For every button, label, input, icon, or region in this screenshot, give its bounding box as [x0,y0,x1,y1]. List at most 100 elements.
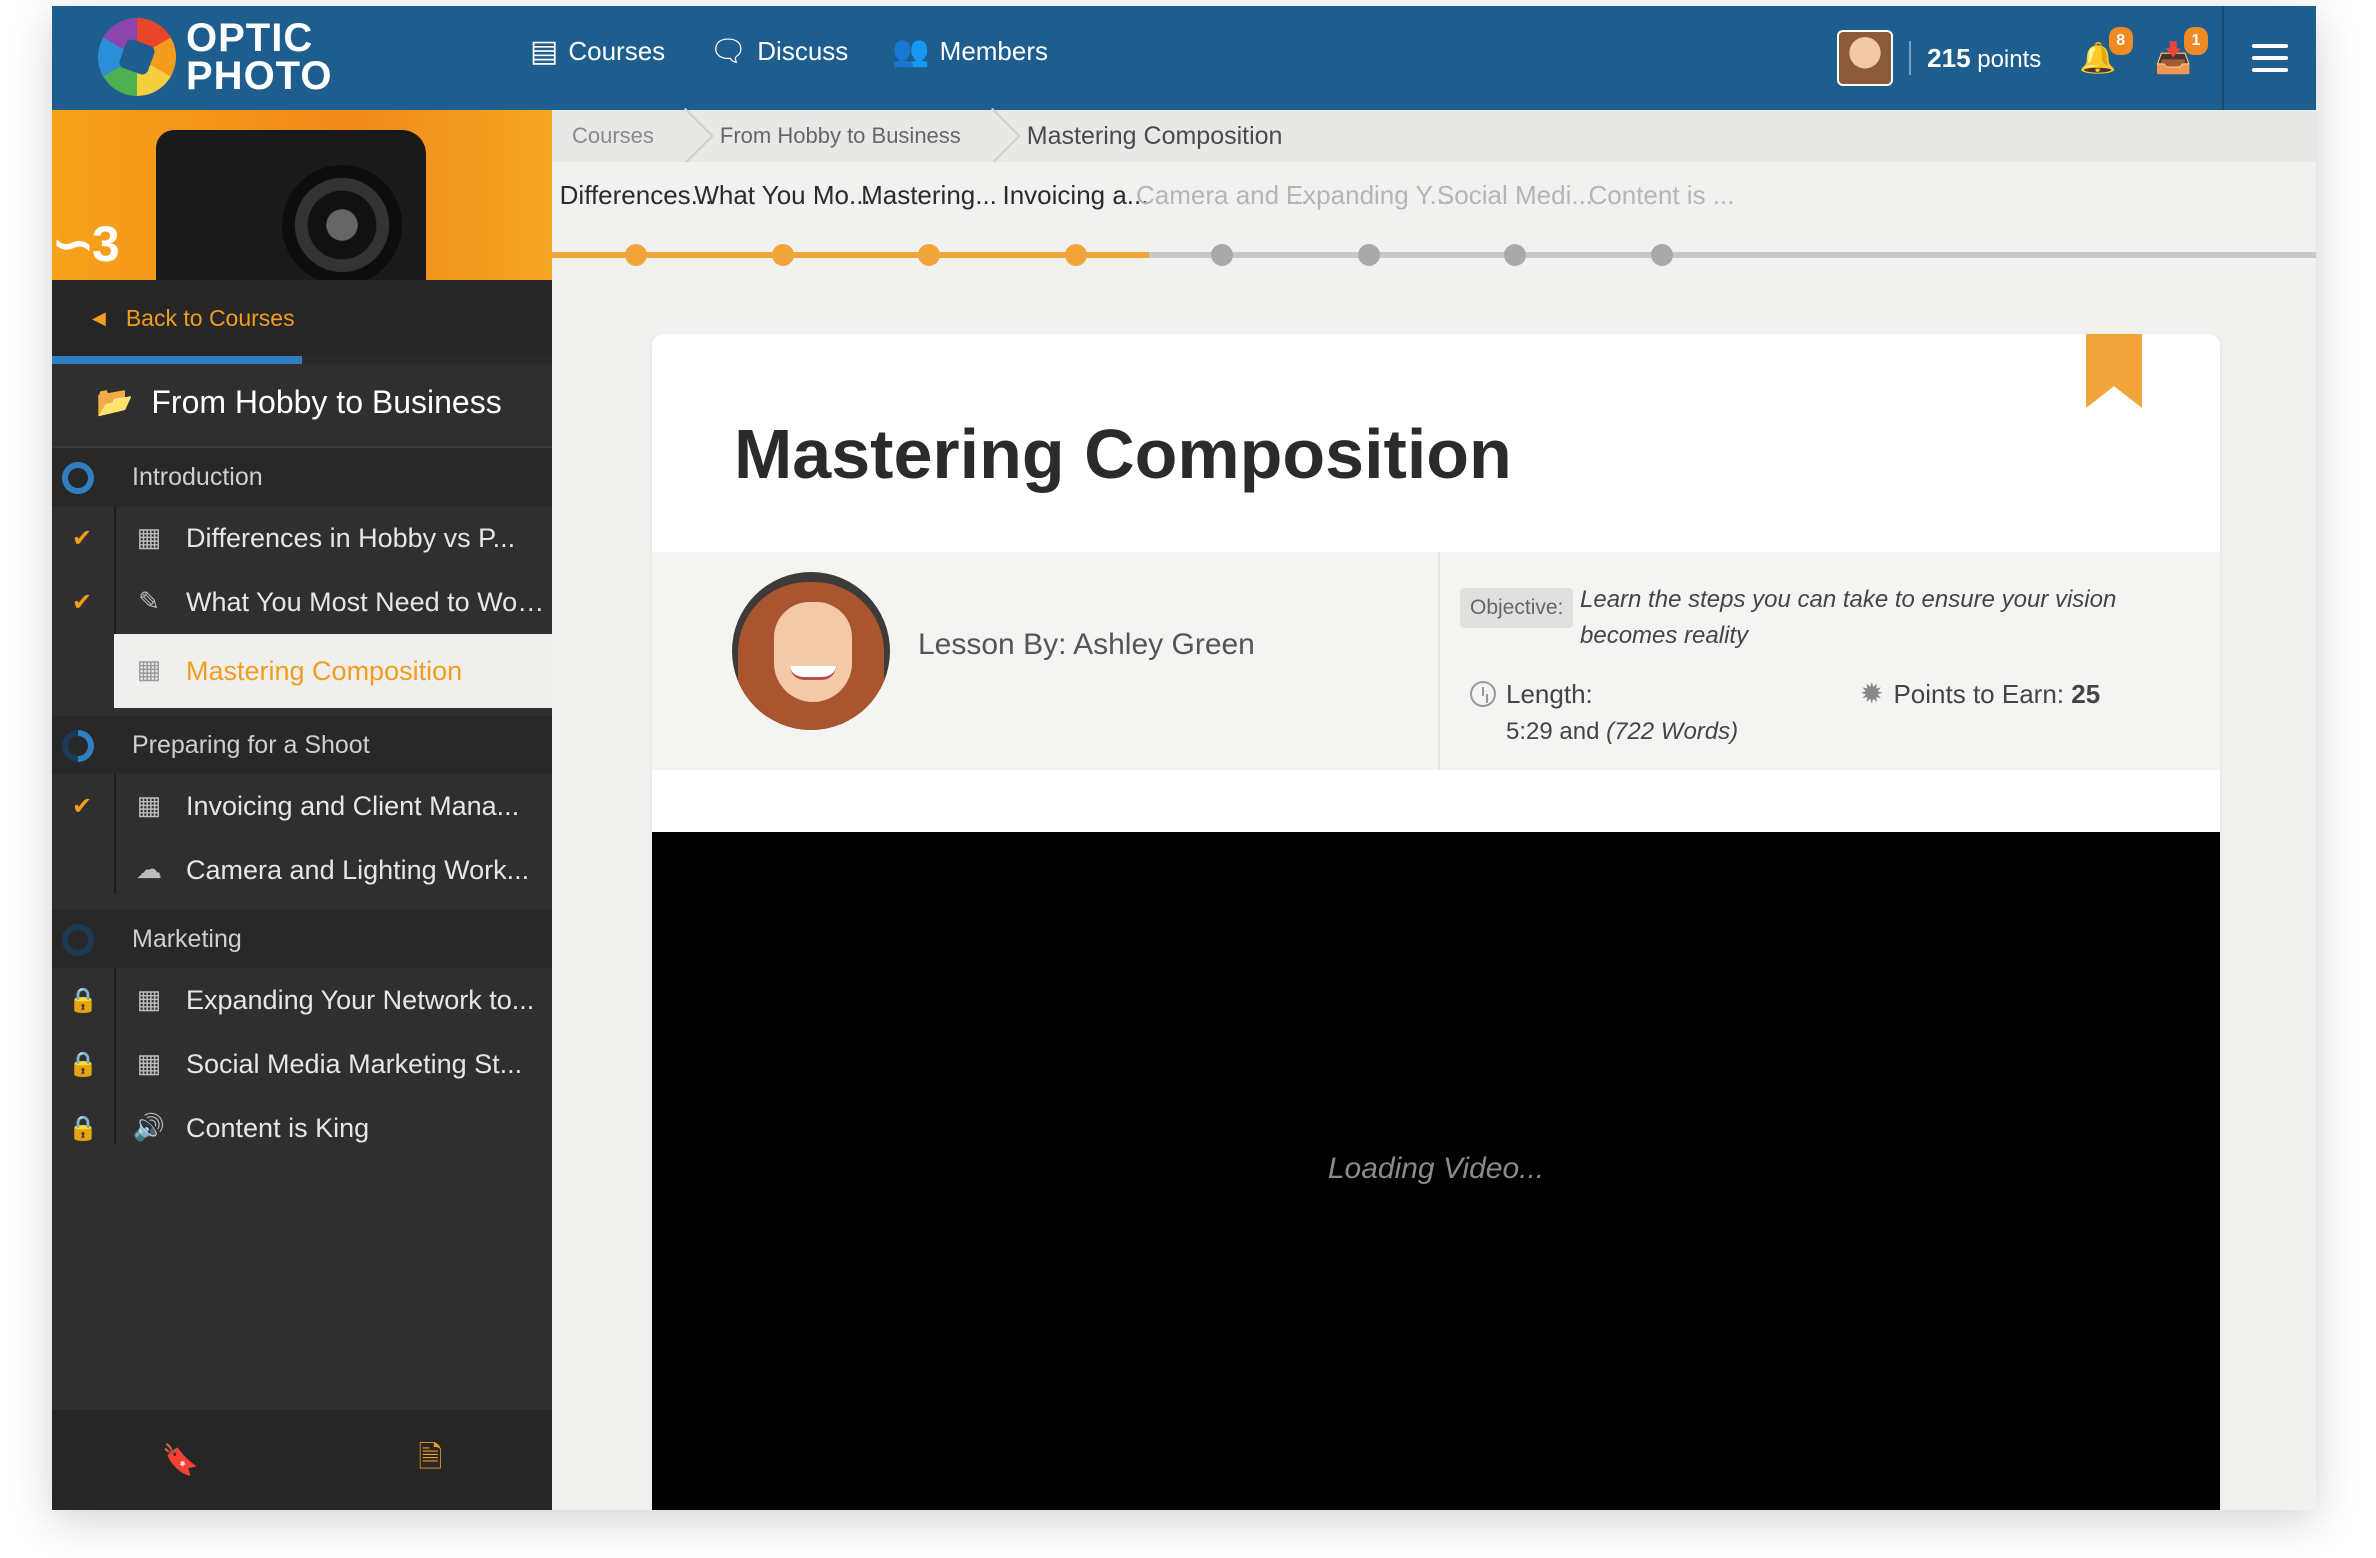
stepper-step-label[interactable]: Content is ... [1557,180,1767,211]
points-to-earn-label: Points to Earn: [1893,679,2065,709]
video-player[interactable]: Loading Video... [652,832,2220,1510]
sidebar-footer: 🔖 🗎 [52,1410,552,1510]
points-label: points [1977,45,2042,73]
lesson-item[interactable]: ✔ ✎ What You Most Need to Wor... [52,570,552,634]
film-icon: ▦ [136,522,162,552]
lesson-length: Length: [1470,676,1593,712]
lesson-item-current[interactable]: ✔ ▦ Mastering Composition [114,634,552,708]
length-label: Length: [1506,679,1593,709]
lesson-label: Invoicing and Client Mana... [186,790,520,821]
lock-icon: 🔒 [68,987,98,1014]
author-prefix: Lesson By: [918,628,1067,661]
stepper-step-dot[interactable] [771,244,794,266]
lesson-item[interactable]: 🔒 🔊 Content is King [52,1096,552,1160]
caret-left-icon: ◀ [92,307,106,328]
nav-discuss-label: Discuss [757,36,849,66]
stepper-step-dot[interactable] [1650,244,1673,266]
cloud-download-icon: ☁ [136,854,162,884]
bookmark-ribbon-icon[interactable] [2086,334,2142,408]
camera-lens [282,165,402,280]
notifications-badge: 8 [2108,26,2133,55]
film-icon: ▦ [136,984,162,1014]
checkmark-icon: ✔ [71,793,93,820]
notes-icon[interactable]: 🗎 [418,1435,442,1486]
length-words: (722 Words) [1606,718,1739,745]
lesson-item[interactable]: ✔ ▦ Differences in Hobby vs P... [52,506,552,570]
back-to-courses-link[interactable]: ◀ Back to Courses [52,280,552,356]
lesson-stepper: Differences... What You Mo... Mastering...… [552,162,2316,272]
nav-user-area: 215 points 🔔 8 📥 1 [1837,6,2316,110]
course-title[interactable]: 📂 From Hobby to Business [96,384,502,421]
lesson-card: Mastering Composition Lesson By: Ashley … [652,334,2220,1510]
stepper-step-dot[interactable] [625,244,647,266]
breadcrumb-label: From Hobby to Business [719,123,961,148]
breadcrumb-label: Mastering Composition [1026,121,1283,150]
section-marketing[interactable]: Marketing [52,910,552,968]
gear-badge-icon: ✹ [1860,678,1884,709]
nav-courses[interactable]: ▤ Courses [530,34,665,69]
checkmark-icon: ✔ [71,589,93,616]
messages-badge: 1 [2184,26,2208,55]
breadcrumb-courses[interactable]: Courses [552,110,674,162]
app-window: OPTIC PHOTO ▤ Courses 🗨 Discuss 👥 Member… [52,6,2316,1510]
stepper-step-dot[interactable] [1211,244,1233,266]
length-value: 5:29 and (722 Words) [1506,718,1738,746]
lesson-label: What You Most Need to Wor... [186,586,546,617]
lesson-meta: Lesson By: Ashley Green Objective: Learn… [652,552,2220,770]
section-preparing-for-a-shoot[interactable]: Preparing for a Shoot [52,716,552,774]
checkmark-icon: ✔ [71,525,93,552]
lock-icon: 🔒 [68,1115,98,1142]
lesson-label: Content is King [186,1112,370,1143]
speaker-icon: 🔊 [132,1112,166,1142]
lesson-item[interactable]: 🔒 ▦ Social Media Marketing St... [52,1032,552,1096]
logo-text: OPTIC PHOTO [186,16,333,96]
length-time: 5:29 and [1506,718,1600,745]
lesson-tree: Introduction ✔ ▦ Differences in Hobby vs… [52,448,552,1160]
messages-button[interactable]: 📥 1 [2155,26,2208,76]
main-nav: ▤ Courses 🗨 Discuss 👥 Members [530,34,1048,69]
film-icon: ▦ [136,790,162,820]
course-progress-bar [52,356,552,364]
pencil-icon: ✎ [138,586,160,616]
section-introduction[interactable]: Introduction [52,448,552,506]
lesson-label: Expanding Your Network to... [186,984,535,1015]
points-display: 215 points [1927,43,2041,74]
lesson-label: Social Media Marketing St... [186,1048,523,1079]
logo-line-1: OPTIC [186,16,314,60]
stepper-step-dot[interactable] [1357,244,1380,266]
lesson-label: Mastering Composition [186,655,463,686]
lesson-label: Camera and Lighting Work... [186,854,530,885]
nav-discuss[interactable]: 🗨 Discuss [709,34,848,69]
section-title: Marketing [132,924,242,953]
bookmark-icon[interactable]: 🔖 [162,1443,199,1478]
chat-bubbles-icon: 🗨 [709,35,748,68]
lock-icon: 🔒 [68,1051,98,1078]
breadcrumb-course[interactable]: From Hobby to Business [700,110,981,162]
objective-tag: Objective: [1460,588,1574,628]
book-icon: ▤ [530,35,559,68]
hamburger-menu-icon[interactable] [2224,6,2316,110]
section-progress-ring-icon [62,924,94,956]
people-icon: 👥 [892,35,930,68]
avatar-face [774,602,852,702]
lesson-author: Lesson By: Ashley Green [918,628,1255,662]
breadcrumb-separator [674,110,700,162]
lesson-title: Mastering Composition [734,415,1512,493]
user-avatar[interactable] [1837,30,1894,86]
back-to-courses-label: Back to Courses [125,304,295,331]
nav-members[interactable]: 👥 Members [892,34,1048,69]
camera-model-mark: ∽3 [52,216,120,272]
logo[interactable]: OPTIC PHOTO [98,18,333,96]
lesson-item[interactable]: ✔ ▦ Invoicing and Client Mana... [52,774,552,838]
lesson-item[interactable]: 🔒 ▦ Expanding Your Network to... [52,968,552,1032]
section-title: Introduction [132,462,263,491]
nav-members-label: Members [939,36,1049,66]
stepper-step-dot[interactable] [918,244,940,266]
stepper-step-dot[interactable] [1064,244,1087,266]
lesson-item[interactable]: ☁ Camera and Lighting Work... [52,838,552,902]
breadcrumb-current: Mastering Composition [1007,110,1303,162]
notifications-button[interactable]: 🔔 8 [2079,26,2133,76]
points-value: 215 [1927,42,1971,73]
section-progress-ring-icon [55,723,101,769]
stepper-step-dot[interactable] [1504,244,1526,266]
